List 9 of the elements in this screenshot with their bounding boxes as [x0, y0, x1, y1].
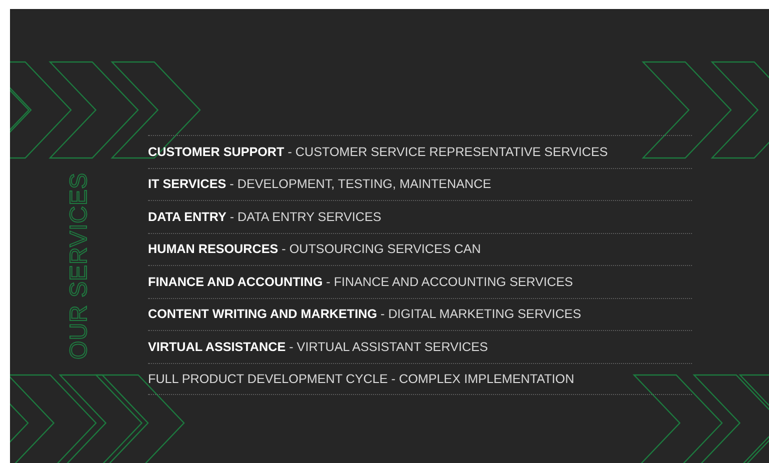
- service-item: CONTENT WRITING AND MARKETING - DIGITAL MARKETING SERVICES: [148, 307, 582, 322]
- service-item: HUMAN RESOURCES - OUTSOURCING SERVICES CAN: [148, 242, 481, 256]
- service-item: IT SERVICES - DEVELOPMENT, TESTING, MAINTENANCE: [148, 177, 492, 192]
- service-item: CUSTOMER SUPPORT - CUSTOMER SERVICE REPRESENTATIVE SERVICES: [148, 144, 608, 159]
- section-heading: OUR SERVICES: [65, 172, 93, 360]
- service-item: FINANCE AND ACCOUNTING - FINANCE AND ACCOUNTING SERVICES: [148, 274, 573, 289]
- service-item: DATA ENTRY - DATA ENTRY SERVICES: [148, 210, 382, 224]
- service-item: VIRTUAL ASSISTANCE - VIRTUAL ASSISTANT SERVICES: [148, 340, 488, 354]
- service-item: FULL PRODUCT DEVELOPMENT CYCLE - COMPLEX IMPLEMENTATION: [148, 372, 574, 386]
